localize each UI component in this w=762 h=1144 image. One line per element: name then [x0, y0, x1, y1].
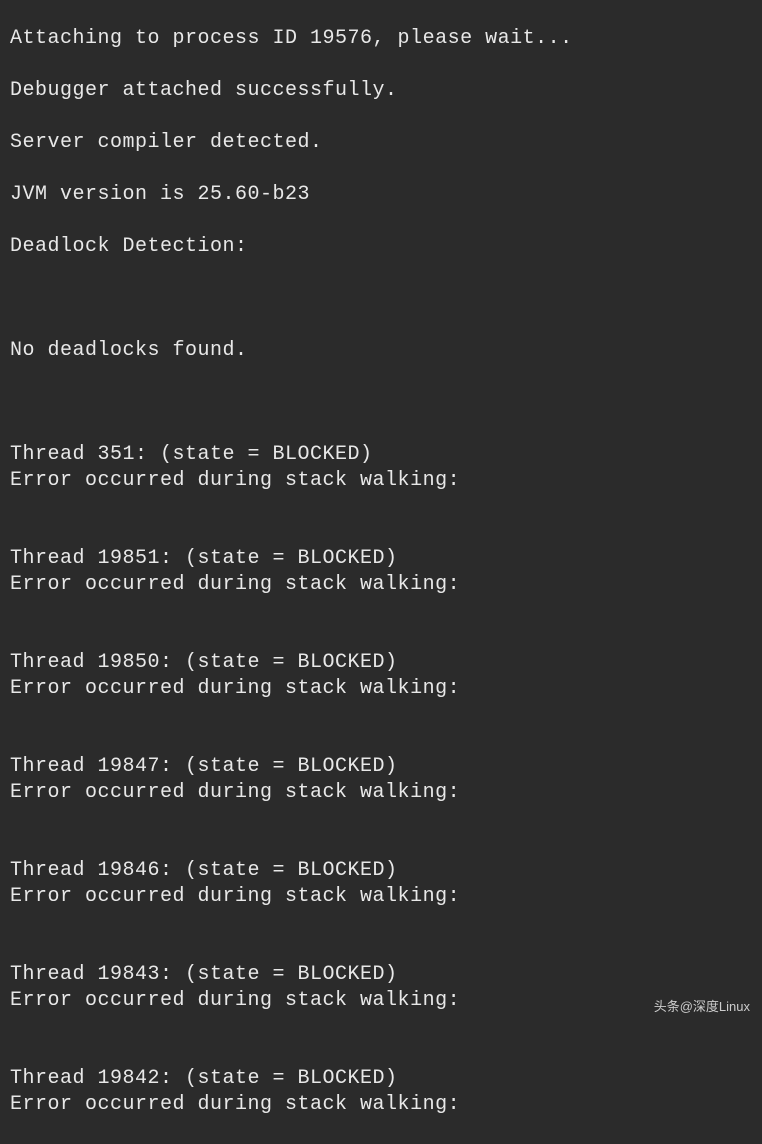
blank-line: [10, 520, 752, 546]
thread-error-line: Error occurred during stack walking:: [10, 884, 752, 910]
terminal-output: Attaching to process ID 19576, please wa…: [10, 0, 752, 1144]
thread-error-line: Error occurred during stack walking:: [10, 676, 752, 702]
blank-line: [10, 598, 752, 624]
watermark: 头条@深度Linux: [654, 999, 750, 1016]
attach-line: Attaching to process ID 19576, please wa…: [10, 26, 752, 52]
blank-line: [10, 286, 752, 312]
thread-error-line: Error occurred during stack walking:: [10, 572, 752, 598]
thread-header-line: Thread 351: (state = BLOCKED): [10, 442, 752, 468]
blank-line: [10, 1014, 752, 1040]
threads-container: Thread 351: (state = BLOCKED)Error occur…: [10, 442, 752, 1118]
blank-line: [10, 936, 752, 962]
thread-header-line: Thread 19842: (state = BLOCKED): [10, 1066, 752, 1092]
debugger-line: Debugger attached successfully.: [10, 78, 752, 104]
compiler-line: Server compiler detected.: [10, 130, 752, 156]
jvm-version-line: JVM version is 25.60-b23: [10, 182, 752, 208]
blank-line: [10, 806, 752, 832]
thread-header-line: Thread 19850: (state = BLOCKED): [10, 650, 752, 676]
thread-error-line: Error occurred during stack walking:: [10, 780, 752, 806]
blank-line: [10, 728, 752, 754]
watermark-prefix: 头条: [654, 999, 680, 1014]
thread-header-line: Thread 19847: (state = BLOCKED): [10, 754, 752, 780]
blank-line: [10, 624, 752, 650]
thread-header-line: Thread 19846: (state = BLOCKED): [10, 858, 752, 884]
thread-header-line: Thread 19843: (state = BLOCKED): [10, 962, 752, 988]
blank-line: [10, 832, 752, 858]
blank-line: [10, 1040, 752, 1066]
blank-line: [10, 702, 752, 728]
deadlock-header-line: Deadlock Detection:: [10, 234, 752, 260]
blank-line: [10, 390, 752, 416]
thread-error-line: Error occurred during stack walking:: [10, 468, 752, 494]
watermark-text: @深度Linux: [680, 999, 750, 1014]
deadlock-status-line: No deadlocks found.: [10, 338, 752, 364]
thread-error-line: Error occurred during stack walking:: [10, 1092, 752, 1118]
thread-error-line: Error occurred during stack walking:: [10, 988, 752, 1014]
thread-header-line: Thread 19851: (state = BLOCKED): [10, 546, 752, 572]
blank-line: [10, 494, 752, 520]
blank-line: [10, 910, 752, 936]
